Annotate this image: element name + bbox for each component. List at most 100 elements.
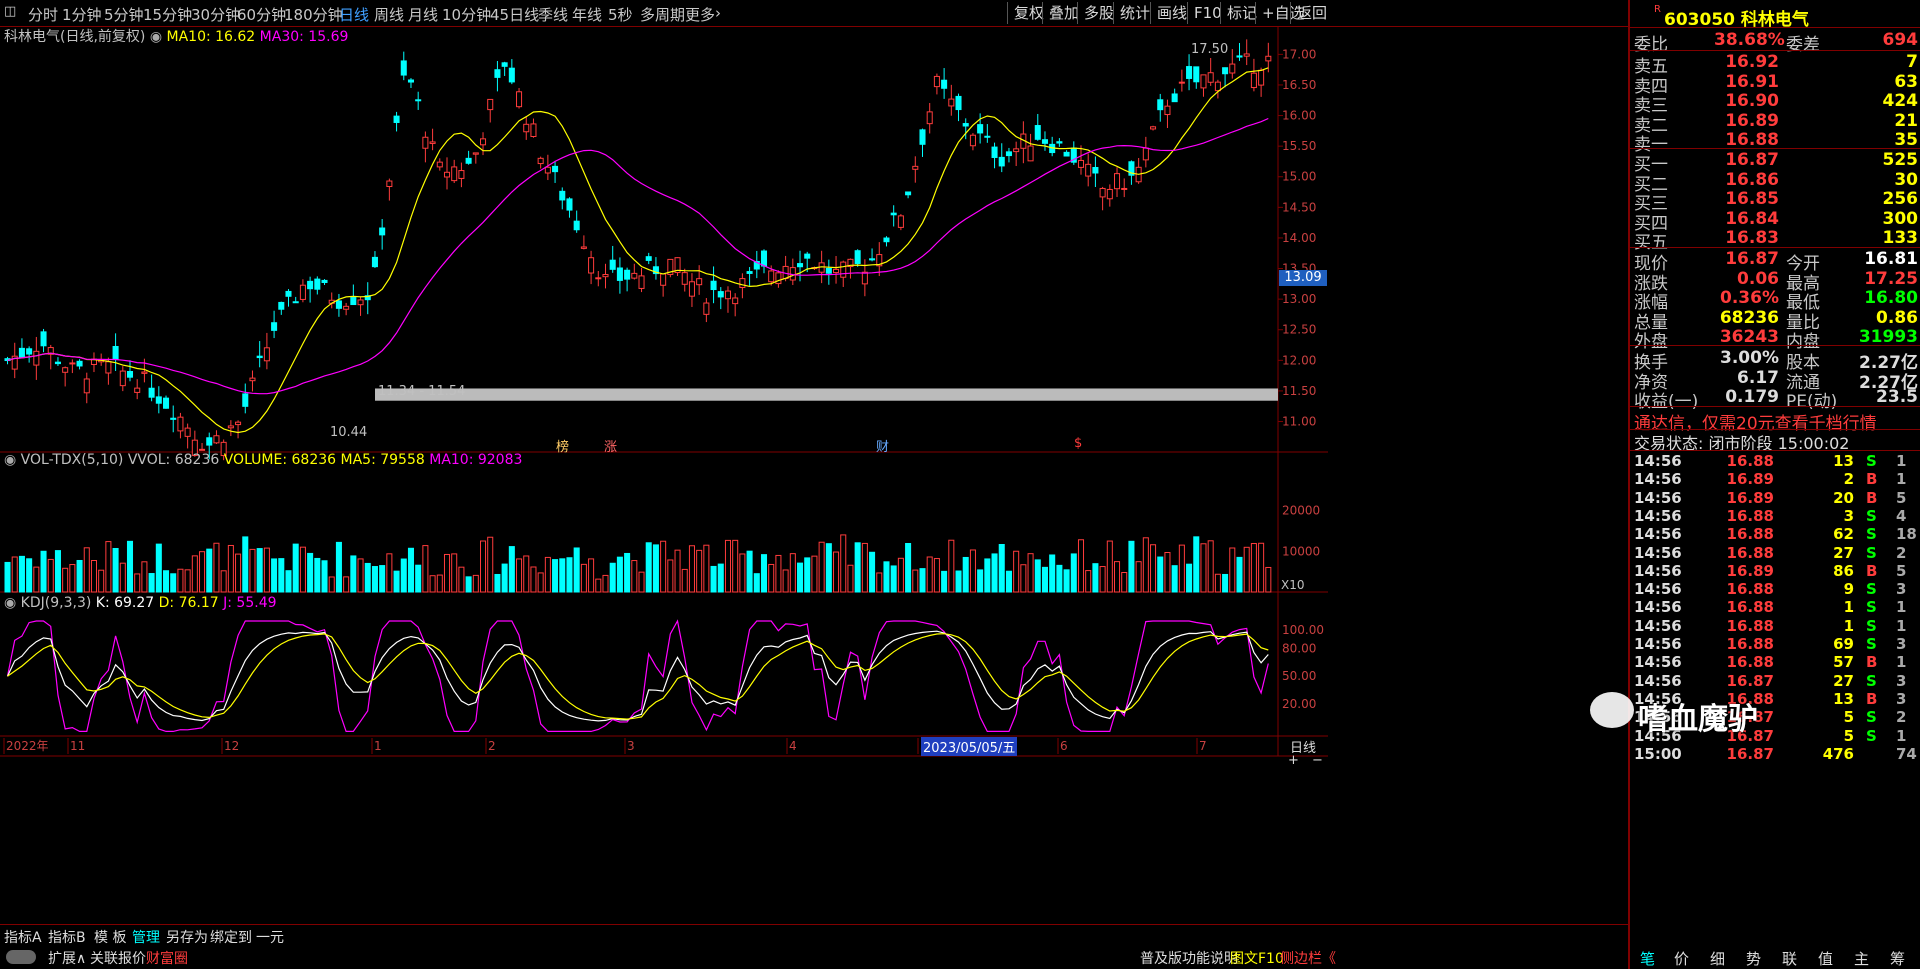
zoom-in-button[interactable]: +: [1288, 753, 1299, 768]
main-chart-legend: 科林电气(日线,前复权) ◉ MA10: 16.62 MA30: 15.69: [4, 26, 348, 46]
period-fenshi[interactable]: 分时: [28, 4, 58, 25]
tab-indicator-b[interactable]: 指标B: [48, 927, 86, 947]
marker-zhang[interactable]: 涨: [604, 436, 617, 455]
volume-bar: [962, 556, 969, 593]
tab-zhi[interactable]: 值: [1818, 948, 1833, 969]
volume-bar: [299, 546, 306, 593]
wealth-circle-button[interactable]: 财富圈: [146, 948, 188, 968]
watermark: 嗜血魔驴: [1638, 702, 1758, 737]
zoom-out-button[interactable]: −: [1312, 753, 1323, 768]
candle: [249, 377, 256, 382]
toggle-switch[interactable]: [6, 950, 36, 964]
tab-zhu[interactable]: 主: [1854, 948, 1869, 969]
tick-volume: 9: [1843, 580, 1854, 599]
candle: [69, 362, 76, 365]
marker-bang[interactable]: 榜: [556, 436, 569, 455]
tick-side: B: [1866, 488, 1878, 507]
volume-bar: [1193, 536, 1200, 593]
tab-chou[interactable]: 筹: [1890, 948, 1905, 969]
candle: [833, 268, 840, 274]
tick-count: 1: [1896, 726, 1907, 745]
volume-bar: [1077, 539, 1085, 593]
tab-lian[interactable]: 联: [1782, 948, 1797, 969]
x-tick-label: 3: [627, 739, 635, 753]
period-10min[interactable]: 10分钟: [442, 4, 491, 25]
period-15min[interactable]: 15分钟: [143, 4, 192, 25]
volume-bar: [407, 547, 414, 593]
sidebar-toggle[interactable]: 侧边栏《: [1280, 948, 1336, 968]
bid-price: 16.84: [1725, 208, 1779, 229]
tick-count: 5: [1896, 488, 1907, 507]
tick-side: S: [1866, 525, 1877, 544]
period-more[interactable]: 更多: [685, 4, 715, 25]
period-week[interactable]: 周线: [374, 4, 404, 25]
period-60min[interactable]: 60分钟: [237, 4, 286, 25]
stat2-value-2: 23.5: [1876, 387, 1918, 408]
volume-bar: [1027, 553, 1034, 593]
volume-bar: [321, 560, 328, 593]
tick-time: 14:56: [1634, 671, 1682, 690]
tab-bi[interactable]: 笔: [1640, 948, 1655, 969]
quote-tabs: 笔 价 细 势 联 值 主 筹: [1630, 946, 1920, 969]
tab-xi[interactable]: 细: [1710, 948, 1725, 969]
period-30min[interactable]: 30分钟: [191, 4, 240, 25]
period-5sec[interactable]: 5秒: [608, 4, 633, 25]
candle: [343, 305, 350, 310]
marker-cai[interactable]: 财: [876, 436, 889, 455]
tab-bind[interactable]: 绑定到: [210, 927, 252, 947]
candle: [54, 361, 61, 365]
period-180min[interactable]: 180分钟: [284, 4, 343, 25]
period-day[interactable]: 日线: [339, 4, 369, 25]
tab-shi[interactable]: 势: [1746, 948, 1761, 969]
period-45day[interactable]: 45日线: [490, 4, 539, 25]
settings-icon[interactable]: ◉: [4, 595, 16, 611]
volume-bar: [732, 539, 739, 593]
volume-bar: [472, 574, 479, 593]
related-quotes-button[interactable]: 关联报价: [90, 948, 146, 968]
volume-bar: [948, 539, 955, 593]
f10-graphic-link[interactable]: 图文F10: [1230, 948, 1284, 968]
tab-yiyuan[interactable]: 一元: [256, 927, 284, 947]
period-5min[interactable]: 5分钟: [104, 4, 144, 25]
candle: [1150, 126, 1157, 130]
tab-jia[interactable]: 价: [1674, 948, 1689, 969]
candle: [1207, 72, 1214, 83]
tick-side: S: [1866, 506, 1877, 525]
zone-label: 11.34 - 11.54: [378, 384, 466, 399]
volume-bar: [364, 562, 371, 593]
back-button[interactable]: 返回: [1290, 2, 1333, 24]
volume-bar: [681, 568, 688, 593]
tick-price: 16.88: [1726, 635, 1774, 653]
volume-bar: [969, 549, 976, 593]
candle: [544, 166, 551, 174]
candle: [83, 378, 90, 394]
ask-price: 16.90: [1725, 91, 1779, 112]
candle: [1005, 151, 1012, 157]
feature-help-link[interactable]: 普及版功能说明: [1140, 948, 1238, 968]
volume-bar: [11, 556, 18, 593]
candle: [292, 301, 299, 304]
period-quarter[interactable]: 季线: [538, 4, 568, 25]
settings-icon[interactable]: ◉: [150, 29, 162, 45]
settings-icon[interactable]: ◉: [4, 452, 16, 468]
menu-icon[interactable]: ◫: [4, 4, 16, 19]
candle: [696, 278, 703, 286]
period-month[interactable]: 月线: [408, 4, 438, 25]
period-1min[interactable]: 1分钟: [62, 4, 102, 25]
tab-indicator-a[interactable]: 指标A: [4, 927, 42, 947]
period-year[interactable]: 年线: [572, 4, 602, 25]
volume-bar: [1041, 566, 1048, 593]
tab-save-as[interactable]: 另存为: [166, 927, 208, 947]
volume-bar: [919, 568, 926, 593]
candle: [76, 360, 83, 367]
tab-template[interactable]: 模 板: [94, 927, 126, 947]
volume-bar: [573, 547, 580, 593]
tab-manage[interactable]: 管理: [132, 927, 160, 947]
volume-bar: [941, 570, 948, 593]
volume-bar: [624, 552, 631, 593]
volume-bar: [724, 539, 731, 593]
expand-button[interactable]: 扩展∧: [48, 948, 86, 968]
period-multi[interactable]: 多周期: [640, 4, 685, 25]
candle: [33, 350, 40, 366]
marker-dollar[interactable]: $: [1074, 436, 1082, 451]
